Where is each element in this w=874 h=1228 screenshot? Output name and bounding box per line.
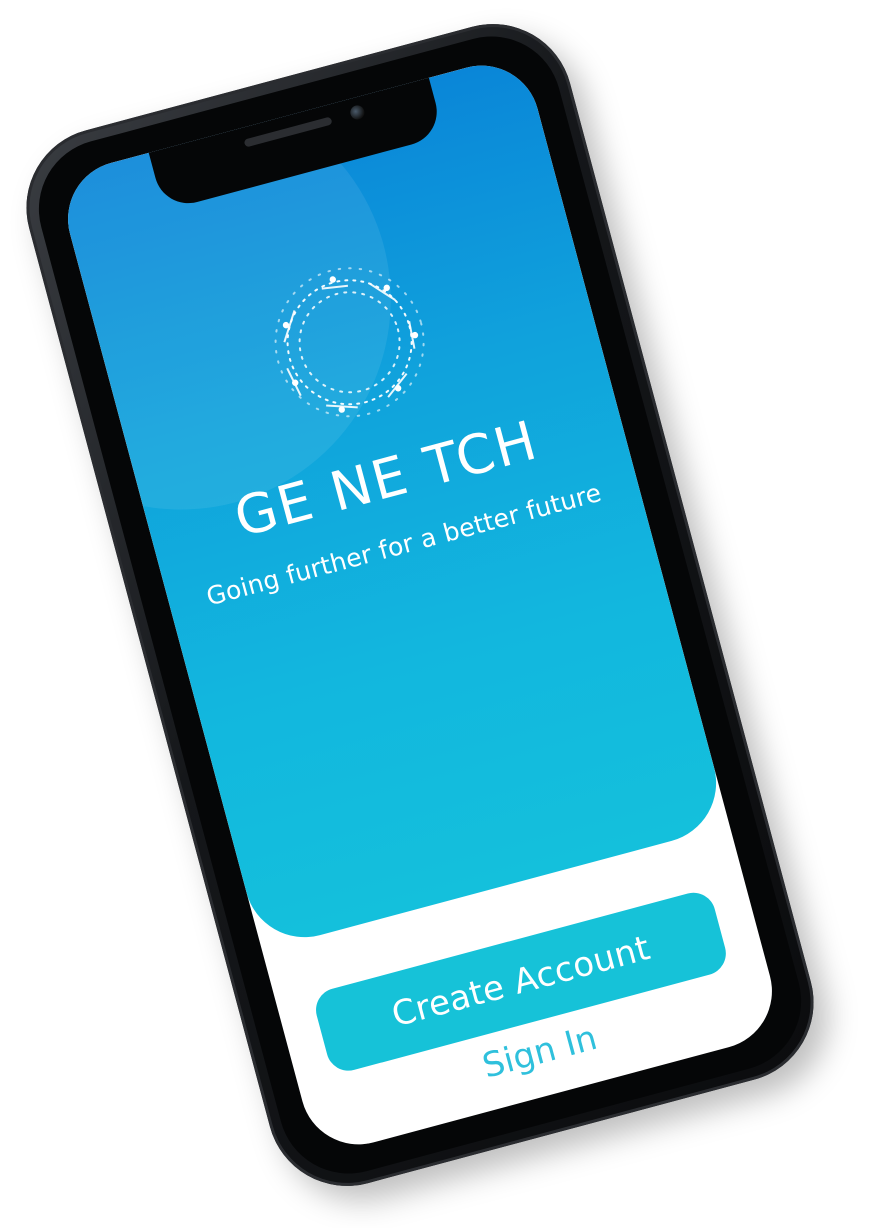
phone-bezel: GE NE TCH Going further for a better fut… <box>23 20 817 1190</box>
phone-frame: GE NE TCH Going further for a better fut… <box>8 6 832 1204</box>
stage: GE NE TCH Going further for a better fut… <box>0 0 874 1228</box>
decorative-lines-icon <box>384 609 518 867</box>
app-screen: GE NE TCH Going further for a better fut… <box>55 52 785 1158</box>
front-camera <box>348 103 366 121</box>
hero-panel: GE NE TCH Going further for a better fut… <box>55 52 730 951</box>
speaker-grille <box>243 116 333 148</box>
